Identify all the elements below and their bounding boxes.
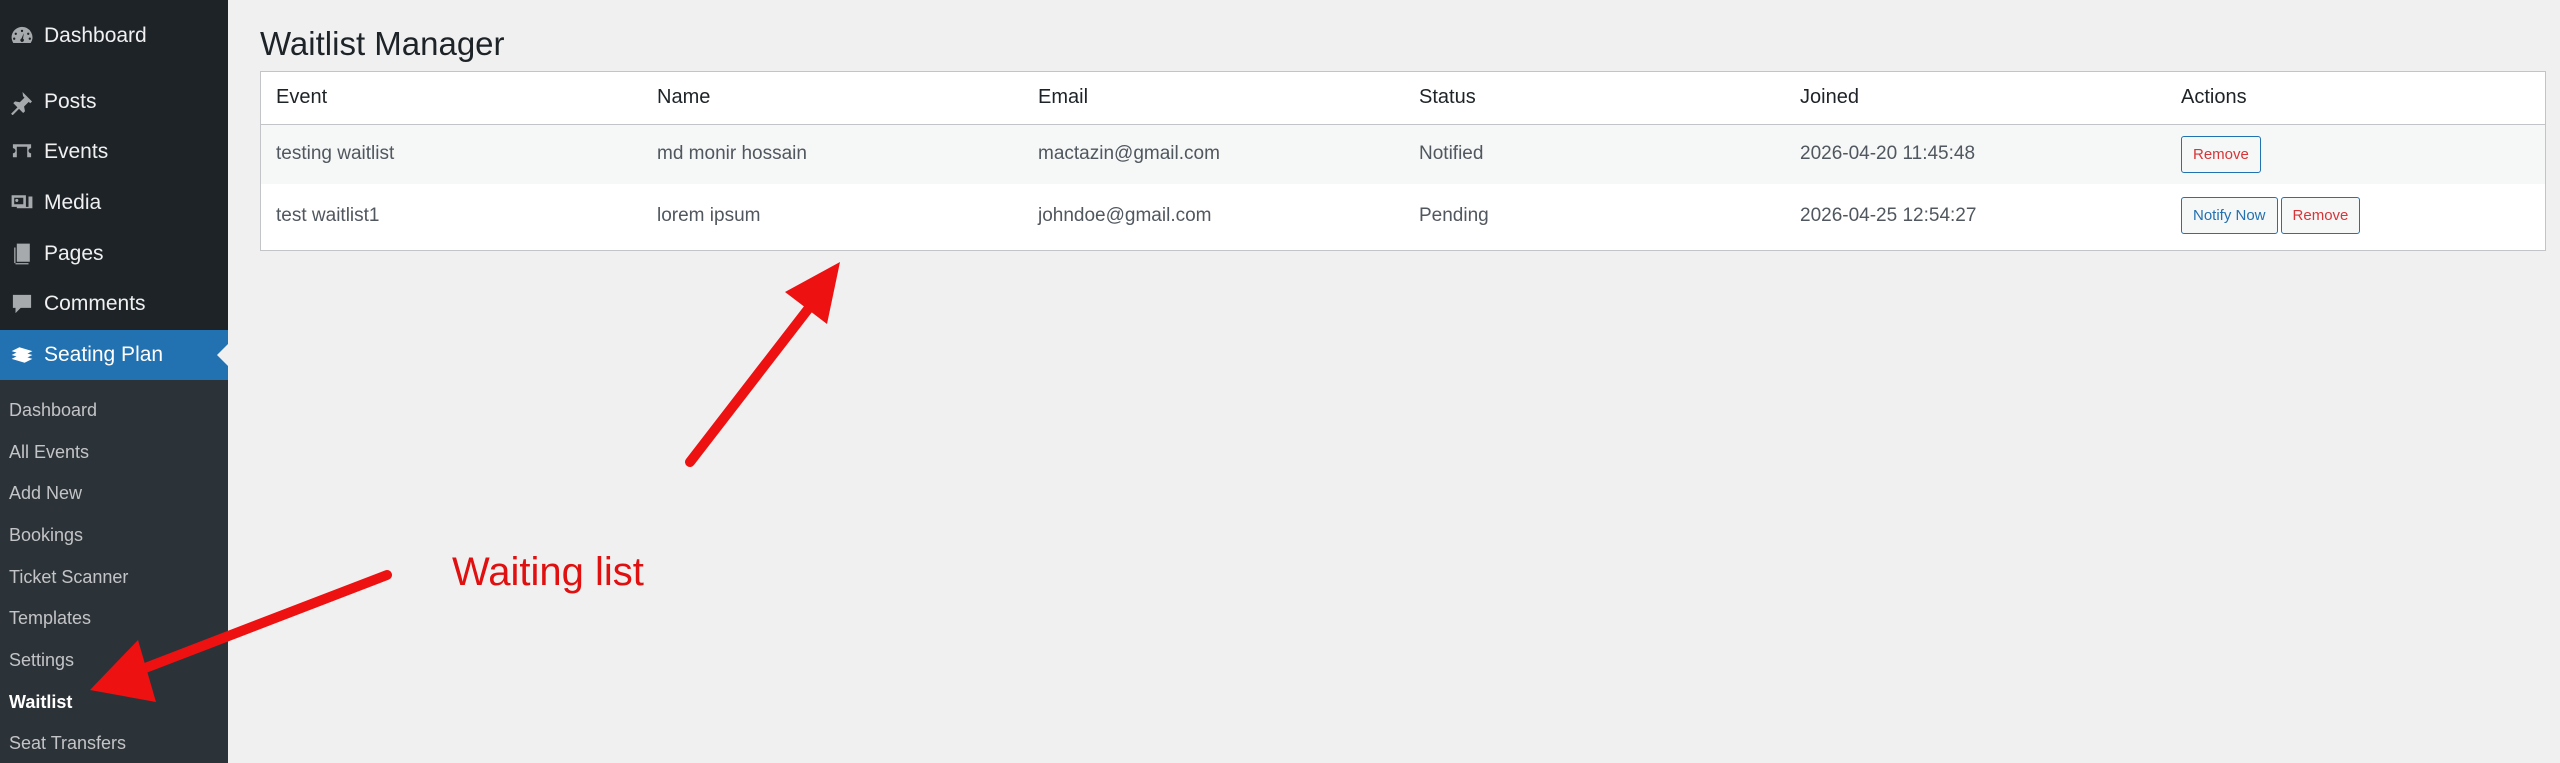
cell-name: lorem ipsum	[642, 184, 1023, 247]
menu-label: Pages	[44, 242, 104, 265]
cell-status: Pending	[1404, 184, 1785, 247]
menu-item-pages[interactable]: Pages	[0, 229, 228, 279]
media-icon	[0, 178, 44, 228]
menu-label: Events	[44, 140, 109, 163]
cell-joined: 2026-04-25 12:54:27	[1785, 184, 2166, 247]
menu-label: Media	[44, 191, 102, 214]
seating-plan-submenu: Dashboard All Events Add New Bookings Ti…	[0, 380, 228, 763]
column-header-name: Name	[642, 72, 1023, 125]
cell-actions: Remove	[2166, 124, 2545, 184]
column-header-event: Event	[261, 72, 642, 125]
table-header-row: Event Name Email Status Joined Actions	[261, 72, 2545, 125]
column-header-joined: Joined	[1785, 72, 2166, 125]
menu-item-events[interactable]: Events	[0, 127, 228, 177]
menu-item-comments[interactable]: Comments	[0, 279, 228, 329]
pushpin-icon	[0, 77, 44, 127]
menu-item-seating-plan[interactable]: Seating Plan	[0, 330, 228, 380]
submenu-item-settings[interactable]: Settings	[9, 648, 74, 672]
cell-email: mactazin@gmail.com	[1023, 124, 1404, 184]
dashboard-icon	[0, 11, 44, 61]
cell-event: testing waitlist	[261, 124, 642, 184]
submenu-item-all-events[interactable]: All Events	[9, 440, 89, 464]
submenu-item-add-new[interactable]: Add New	[9, 481, 82, 505]
cell-email: johndoe@gmail.com	[1023, 184, 1404, 247]
comment-bubble-icon	[0, 279, 44, 329]
submenu-item-templates[interactable]: Templates	[9, 606, 91, 630]
menu-label: Seating Plan	[44, 343, 164, 366]
current-menu-pointer	[217, 344, 228, 366]
admin-sidebar: Dashboard Posts Events Media Pages Comme…	[0, 0, 228, 763]
column-header-status: Status	[1404, 72, 1785, 125]
tickets-icon	[0, 127, 44, 177]
column-header-email: Email	[1023, 72, 1404, 125]
notify-now-button[interactable]: Notify Now	[2181, 197, 2278, 234]
cell-actions: Notify Now Remove	[2166, 184, 2545, 247]
table-row: testing waitlist md monir hossain mactaz…	[261, 124, 2545, 184]
cell-name: md monir hossain	[642, 124, 1023, 184]
menu-item-posts[interactable]: Posts	[0, 77, 228, 127]
menu-item-dashboard[interactable]: Dashboard	[0, 11, 228, 61]
submenu-item-bookings[interactable]: Bookings	[9, 523, 83, 547]
remove-button[interactable]: Remove	[2280, 197, 2361, 234]
arrow-to-table	[685, 262, 840, 467]
submenu-item-waitlist[interactable]: Waitlist	[9, 690, 72, 714]
seating-plan-icon	[0, 330, 44, 380]
table-row: test waitlist1 lorem ipsum johndoe@gmail…	[261, 184, 2545, 247]
page-title: Waitlist Manager	[260, 25, 505, 62]
cell-event: test waitlist1	[261, 184, 642, 247]
column-header-actions: Actions	[2166, 72, 2545, 125]
submenu-item-seat-transfers[interactable]: Seat Transfers	[9, 731, 126, 755]
annotation-label: Waiting list	[452, 550, 644, 594]
cell-joined: 2026-04-20 11:45:48	[1785, 124, 2166, 184]
submenu-item-ticket-scanner[interactable]: Ticket Scanner	[9, 565, 128, 589]
pages-icon	[0, 229, 44, 279]
menu-label: Comments	[44, 292, 146, 315]
cell-status: Notified	[1404, 124, 1785, 184]
submenu-item-dashboard[interactable]: Dashboard	[9, 398, 97, 422]
menu-label: Dashboard	[44, 24, 147, 47]
menu-item-media[interactable]: Media	[0, 178, 228, 228]
menu-label: Posts	[44, 90, 97, 113]
remove-button[interactable]: Remove	[2181, 135, 2261, 173]
waitlist-table: Event Name Email Status Joined Actions t…	[260, 71, 2546, 251]
